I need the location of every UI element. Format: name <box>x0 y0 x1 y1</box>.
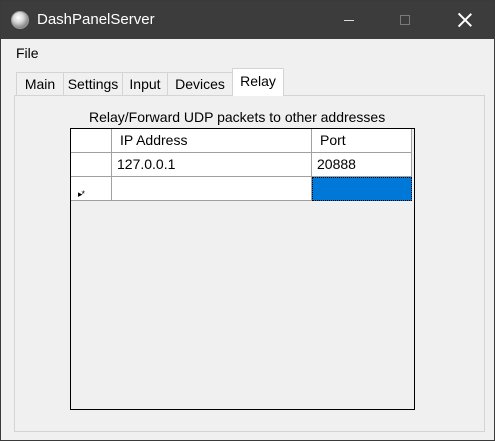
maximize-icon <box>400 15 410 25</box>
app-window: DashPanelServer File Main Settings Input… <box>0 0 495 441</box>
new-port-cell[interactable] <box>312 177 412 201</box>
tab-input[interactable]: Input <box>122 72 168 95</box>
grid-header-row: IP Address Port <box>71 129 414 153</box>
close-icon <box>458 13 472 27</box>
new-row-marker-icon: ▸* <box>78 189 85 199</box>
app-icon <box>11 11 29 29</box>
menu-file[interactable]: File <box>10 45 45 61</box>
close-button[interactable] <box>442 1 488 39</box>
minimize-button[interactable] <box>326 1 372 39</box>
window-title: DashPanelServer <box>37 11 155 28</box>
new-row[interactable]: ▸* <box>71 177 414 201</box>
relay-description: Relay/Forward UDP packets to other addre… <box>89 109 386 125</box>
title-bar[interactable]: DashPanelServer <box>1 1 494 39</box>
row-header-cell[interactable] <box>71 153 112 177</box>
corner-header-cell[interactable] <box>71 129 112 153</box>
maximize-button[interactable] <box>382 1 428 39</box>
ip-address-cell[interactable]: 127.0.0.1 <box>112 153 312 177</box>
tab-main[interactable]: Main <box>16 72 64 95</box>
relay-address-grid[interactable]: IP Address Port 127.0.0.1 20888 ▸* <box>70 128 415 410</box>
column-header-ip[interactable]: IP Address <box>112 129 312 153</box>
menu-bar: File <box>1 39 494 67</box>
tab-strip: Main Settings Input Devices Relay <box>1 67 494 97</box>
tab-settings[interactable]: Settings <box>63 72 123 95</box>
table-row[interactable]: 127.0.0.1 20888 <box>71 153 414 177</box>
port-cell[interactable]: 20888 <box>312 153 412 177</box>
new-row-header-cell[interactable]: ▸* <box>71 177 112 201</box>
column-header-port[interactable]: Port <box>312 129 412 153</box>
minimize-icon <box>344 19 354 21</box>
new-ip-address-cell[interactable] <box>112 177 312 201</box>
tab-relay[interactable]: Relay <box>232 68 284 96</box>
tab-devices[interactable]: Devices <box>167 72 233 95</box>
